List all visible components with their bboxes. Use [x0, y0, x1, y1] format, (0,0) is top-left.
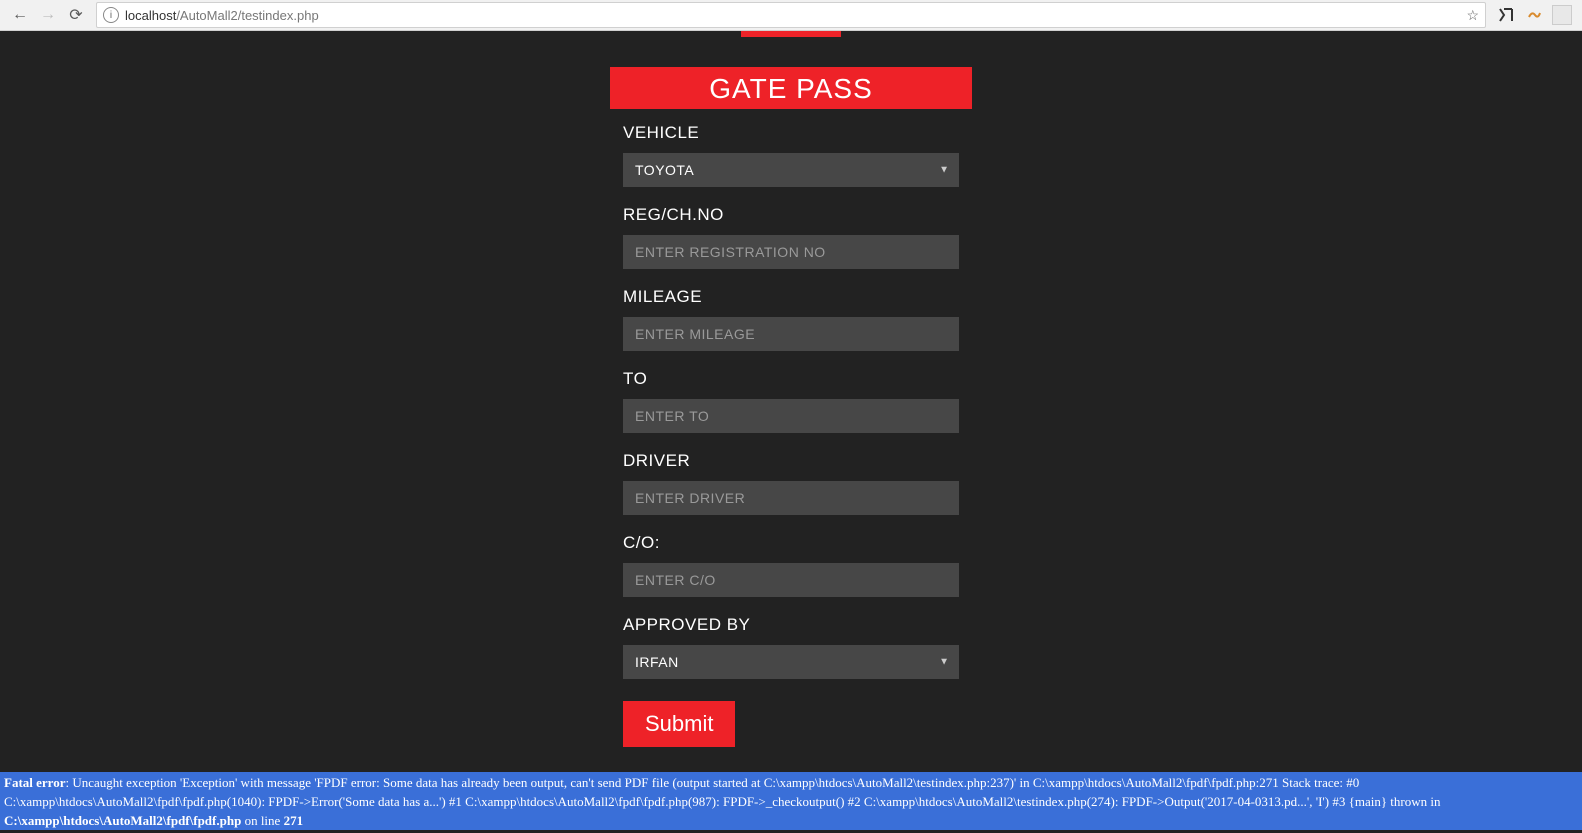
error-online: on line [241, 813, 283, 828]
field-reg: Reg/Ch.No [610, 205, 972, 269]
approved-select[interactable]: Irfan [623, 645, 959, 679]
reg-label: Reg/Ch.No [623, 205, 959, 225]
field-vehicle: Vehicle Toyota ▼ [610, 123, 972, 187]
form-title: Gate Pass [610, 67, 972, 109]
to-label: To [623, 369, 959, 389]
error-prefix: Fatal error [4, 775, 65, 790]
approved-label: Approved By [623, 615, 959, 635]
co-label: C/O: [623, 533, 959, 553]
reload-button[interactable]: ⟳ [62, 1, 90, 29]
extension-icon-1[interactable] [1496, 5, 1516, 25]
php-error-block: Fatal error: Uncaught exception 'Excepti… [0, 772, 1582, 833]
to-input[interactable] [623, 399, 959, 433]
gate-pass-form: Gate Pass Vehicle Toyota ▼ Reg/Ch.No Mil… [610, 67, 972, 747]
page-content: Gate Pass Vehicle Toyota ▼ Reg/Ch.No Mil… [0, 31, 1582, 791]
url-path: /AutoMall2/testindex.php [176, 8, 318, 23]
error-file: C:\xampp\htdocs\AutoMall2\fpdf\fpdf.php [4, 813, 241, 828]
vehicle-label: Vehicle [623, 123, 959, 143]
field-driver: Driver [610, 451, 972, 515]
bookmark-star-icon[interactable]: ☆ [1466, 7, 1479, 24]
mileage-label: Mileage [623, 287, 959, 307]
back-button[interactable]: ← [6, 1, 34, 29]
reg-input[interactable] [623, 235, 959, 269]
field-to: To [610, 369, 972, 433]
extension-icon-3[interactable] [1552, 5, 1572, 25]
field-approved: Approved By Irfan ▼ [610, 615, 972, 679]
url-host: localhost [125, 8, 176, 23]
driver-label: Driver [623, 451, 959, 471]
logo-remnant [741, 31, 841, 37]
error-body-1: : Uncaught exception 'Exception' with me… [4, 775, 1441, 809]
extension-icon-2[interactable] [1524, 5, 1544, 25]
vehicle-select[interactable]: Toyota [623, 153, 959, 187]
submit-button[interactable]: Submit [623, 701, 735, 747]
error-line: 271 [284, 813, 304, 828]
co-input[interactable] [623, 563, 959, 597]
mileage-input[interactable] [623, 317, 959, 351]
field-mileage: Mileage [610, 287, 972, 351]
forward-button[interactable]: → [34, 1, 62, 29]
driver-input[interactable] [623, 481, 959, 515]
info-icon[interactable]: i [103, 7, 119, 23]
field-co: C/O: [610, 533, 972, 597]
browser-toolbar: ← → ⟳ i localhost/AutoMall2/testindex.ph… [0, 0, 1582, 31]
url-bar[interactable]: i localhost/AutoMall2/testindex.php ☆ [96, 2, 1486, 28]
